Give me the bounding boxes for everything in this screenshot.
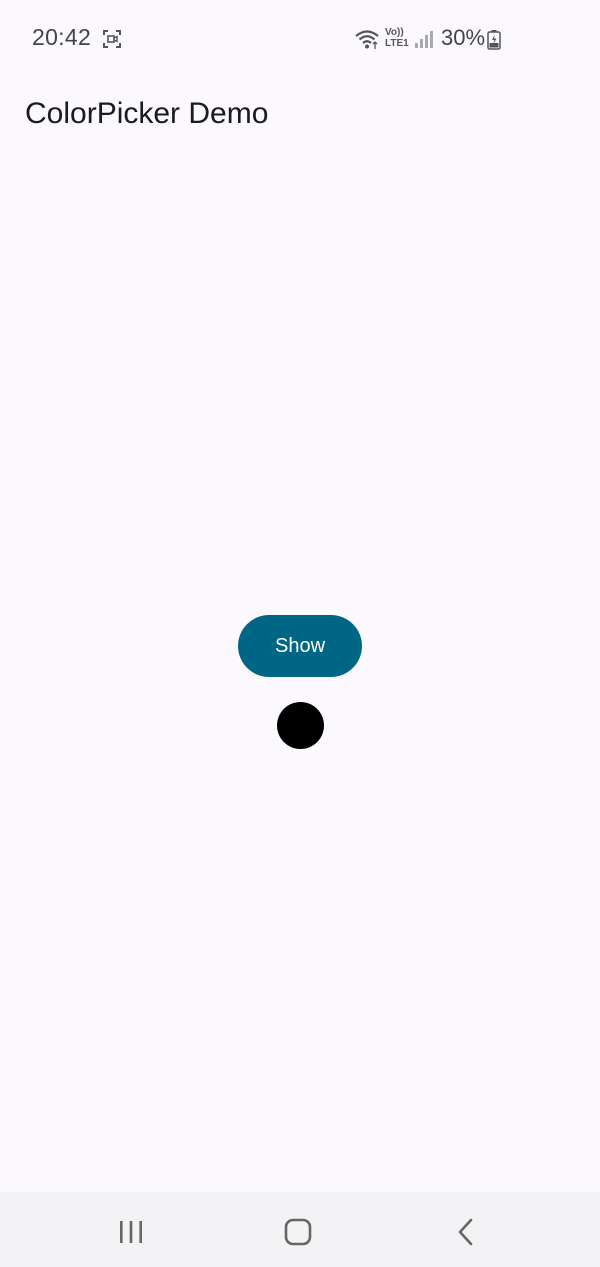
battery-charging-icon <box>487 30 501 50</box>
signal-icon <box>415 31 433 48</box>
volte-icon: Vo)) LTE1 <box>385 27 413 51</box>
wifi-icon <box>355 30 379 49</box>
back-icon[interactable] <box>455 1218 477 1246</box>
navigation-bar <box>0 1192 600 1267</box>
battery-percent: 30% <box>441 25 486 50</box>
selected-color-preview <box>277 702 324 749</box>
recents-icon[interactable] <box>118 1220 144 1244</box>
volte-label-bottom: LTE1 <box>385 38 409 49</box>
volte-label-top: Vo)) <box>385 27 404 38</box>
page-title: ColorPicker Demo <box>25 97 269 130</box>
screen-record-icon <box>103 30 121 48</box>
show-button[interactable]: Show <box>238 615 362 677</box>
status-time: 20:42 <box>32 24 92 50</box>
status-bar: 20:42 Vo)) LTE1 30% <box>0 0 600 78</box>
home-icon[interactable] <box>284 1218 312 1246</box>
